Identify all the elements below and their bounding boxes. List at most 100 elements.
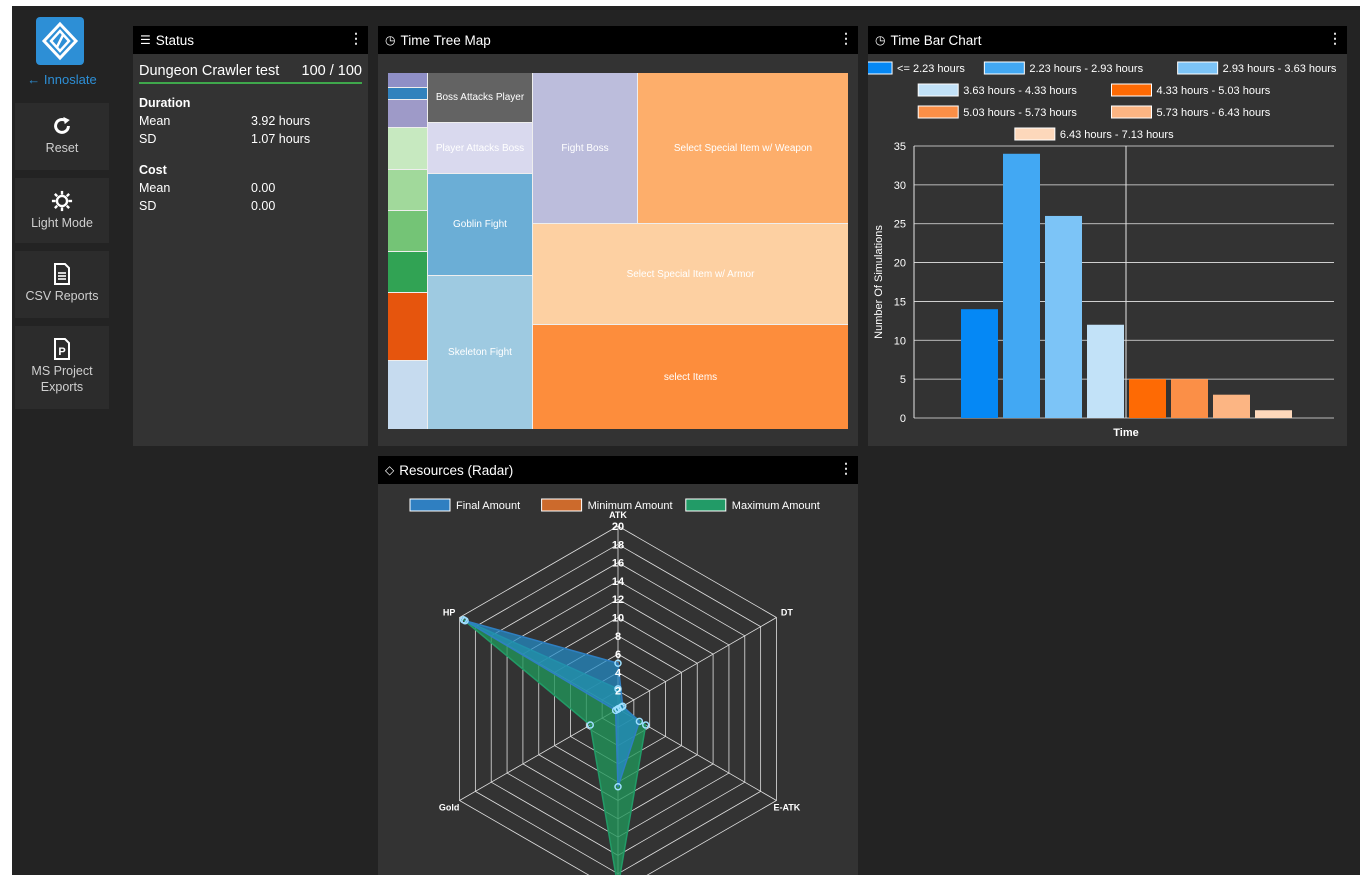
cost-sd-label: SD [139, 199, 157, 213]
treemap-cell-select-special-weapon[interactable]: Select Special Item w/ Weapon [638, 73, 848, 223]
y-tick-label: 30 [894, 180, 906, 192]
treemap-cell[interactable] [388, 252, 427, 292]
bar[interactable] [1255, 410, 1292, 418]
refresh-icon [54, 116, 70, 134]
legend-swatch[interactable] [1177, 61, 1219, 75]
treemap-cell-player-attacks-boss[interactable]: Player Attacks Boss [428, 123, 532, 173]
legend-label[interactable]: 3.63 hours - 4.33 hours [963, 85, 1077, 97]
status-panel-title: Status [155, 32, 195, 48]
bar-chart-title: Time Bar Chart [890, 32, 982, 48]
radar-axis-label: Gold [439, 803, 460, 813]
tree-map-panel: ◷ Time Tree Map ⋮ Boss Attacks Player Pl… [378, 26, 858, 446]
light-mode-button[interactable]: Light Mode [15, 178, 109, 243]
y-tick-label: 35 [894, 141, 906, 153]
legend-label[interactable]: 5.73 hours - 6.43 hours [1157, 107, 1271, 119]
duration-mean-label: Mean [139, 114, 171, 128]
bar-chart-menu-icon[interactable]: ⋮ [1328, 30, 1342, 47]
bar[interactable] [1087, 324, 1124, 418]
csv-reports-label: CSV Reports [25, 289, 99, 303]
simulation-progress: 100 / 100 [301, 63, 362, 79]
cost-mean-label: Mean [139, 181, 171, 195]
bar[interactable] [1045, 215, 1082, 418]
diamond-icon: ◇ [385, 463, 395, 477]
legend-label[interactable]: 2.23 hours - 2.93 hours [1029, 63, 1143, 75]
tree-map-title: Time Tree Map [400, 32, 491, 48]
model-name: Dungeon Crawler test [139, 63, 280, 79]
radar-tick-label: 16 [612, 558, 624, 570]
treemap-cell[interactable] [388, 211, 427, 251]
status-menu-icon[interactable]: ⋮ [349, 30, 363, 47]
legend-swatch[interactable] [1111, 105, 1152, 119]
radar-tick-label: 10 [612, 613, 624, 625]
innoslate-logo[interactable] [36, 17, 84, 65]
clock-icon: ◷ [875, 33, 886, 47]
legend-label[interactable]: Maximum Amount [732, 500, 820, 512]
legend-label[interactable]: 2.93 hours - 3.63 hours [1223, 63, 1337, 75]
status-panel-header: ☰ Status ⋮ [133, 26, 368, 54]
legend-swatch[interactable] [983, 61, 1025, 75]
duration-sd-label: SD [139, 132, 157, 146]
csv-reports-button[interactable]: CSV Reports [15, 251, 109, 318]
duration-sd-value: 1.07 hours [251, 132, 311, 146]
status-model-row: Dungeon Crawler test 100 / 100 [139, 63, 362, 84]
legend-swatch[interactable] [1014, 127, 1056, 141]
ms-project-exports-label: MS Project Exports [31, 364, 93, 394]
bar-chart-header: ◷ Time Bar Chart ⋮ [868, 26, 1347, 54]
cost-mean-value: 0.00 [251, 181, 276, 195]
list-icon: ☰ [140, 33, 151, 47]
reset-button[interactable]: Reset [15, 103, 109, 170]
duration-mean-value: 3.92 hours [251, 114, 311, 128]
svg-text:P: P [58, 346, 65, 358]
legend-label[interactable]: Final Amount [456, 500, 520, 512]
radar-tick-label: 18 [612, 539, 624, 551]
legend-swatch[interactable] [541, 498, 583, 512]
bar[interactable] [1129, 379, 1166, 418]
y-axis-title: Number Of Simulations [873, 225, 885, 339]
back-to-innoslate-link[interactable]: ← Innoslate [12, 72, 112, 87]
legend-label[interactable]: <= 2.23 hours [897, 63, 965, 75]
radar-tick-label: 6 [615, 649, 621, 661]
bar[interactable] [961, 309, 998, 418]
treemap-cell-boss-attacks-player[interactable]: Boss Attacks Player [428, 73, 532, 122]
treemap-cell-fight-boss[interactable]: Fight Boss [533, 73, 637, 223]
legend-swatch[interactable] [1111, 83, 1152, 97]
radar-axis-label: HP [443, 608, 456, 618]
radar-axis-label: DT [781, 608, 793, 618]
y-tick-label: 10 [894, 335, 906, 347]
arrow-left-icon: ← [27, 72, 41, 87]
legend-swatch[interactable] [868, 61, 893, 75]
radar-header: ◇ Resources (Radar) ⋮ [378, 456, 858, 484]
legend-label[interactable]: Minimum Amount [588, 500, 673, 512]
ms-project-exports-button[interactable]: P MS Project Exports [15, 326, 109, 409]
legend-swatch[interactable] [409, 498, 451, 512]
treemap-cell-select-items[interactable]: select Items [533, 325, 848, 429]
radar-axis-label: ATK [609, 510, 627, 520]
bar[interactable] [1171, 379, 1208, 418]
legend-swatch[interactable] [685, 498, 727, 512]
y-tick-label: 15 [894, 296, 906, 308]
tree-map-menu-icon[interactable]: ⋮ [839, 30, 853, 47]
document-icon [54, 263, 70, 285]
cost-heading: Cost [139, 163, 167, 177]
radar-menu-icon[interactable]: ⋮ [839, 460, 853, 477]
legend-label[interactable]: 4.33 hours - 5.03 hours [1157, 85, 1271, 97]
treemap-cell[interactable] [388, 88, 427, 99]
treemap-cell-select-special-armor[interactable]: Select Special Item w/ Armor [533, 224, 848, 324]
back-link-label: Innoslate [43, 72, 97, 87]
bar[interactable] [1213, 394, 1250, 418]
legend-label[interactable]: 6.43 hours - 7.13 hours [1060, 129, 1174, 141]
radar-axis-label: E-ATK [773, 803, 800, 813]
treemap-cell-skeleton-fight[interactable]: Skeleton Fight [428, 276, 532, 429]
treemap-cell[interactable] [388, 170, 427, 210]
legend-swatch[interactable] [917, 105, 959, 119]
treemap-cell[interactable] [388, 128, 427, 169]
bar[interactable] [1003, 153, 1040, 418]
legend-swatch[interactable] [917, 83, 959, 97]
treemap-cell[interactable] [388, 100, 427, 127]
treemap-cell-goblin-fight[interactable]: Goblin Fight [428, 174, 532, 275]
treemap-cell[interactable] [388, 361, 427, 429]
legend-label[interactable]: 5.03 hours - 5.73 hours [963, 107, 1077, 119]
treemap-cell[interactable] [388, 293, 427, 360]
treemap-cell[interactable] [388, 73, 427, 87]
y-tick-label: 20 [894, 258, 906, 270]
